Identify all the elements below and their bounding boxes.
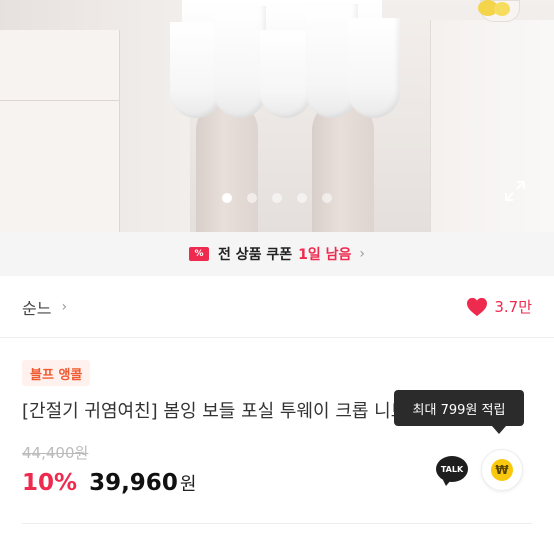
coupon-banner[interactable]: % 전 상품 쿠폰 1일 남음 › <box>0 232 554 276</box>
sale-price: 39,960 <box>89 470 178 496</box>
coupon-title: 전 상품 쿠폰 <box>217 247 293 263</box>
reward-tooltip: 최대 799원 적립 <box>394 390 524 434</box>
shop-row: 순느 › 3.7만 <box>0 276 554 338</box>
coupon-remaining: 1일 남음 <box>298 247 352 263</box>
photo-leg-right <box>312 100 374 232</box>
coin-icon: ₩ <box>491 459 513 481</box>
expand-icon[interactable] <box>503 179 527 203</box>
pagination-dot-active[interactable] <box>222 193 232 203</box>
original-price: 44,400원 <box>22 444 89 462</box>
pagination-dot[interactable] <box>272 193 282 203</box>
chevron-right-icon: › <box>359 246 366 262</box>
image-pagination <box>222 193 332 203</box>
promo-badge: 블프 앵콜 <box>22 360 91 386</box>
shop-name-link[interactable]: 순느 <box>22 295 51 319</box>
photo-leg-left <box>196 100 258 232</box>
discount-rate: 10% <box>22 470 78 496</box>
pagination-dot[interactable] <box>322 193 332 203</box>
like-button[interactable]: 3.7만 <box>466 296 532 317</box>
currency-label: 원 <box>179 474 197 495</box>
heart-icon <box>467 297 488 316</box>
section-divider <box>22 523 532 524</box>
reward-button[interactable]: ₩ <box>481 449 523 491</box>
product-image[interactable] <box>0 0 554 232</box>
talk-button[interactable]: TALK <box>433 450 471 488</box>
coupon-ticket-icon: % <box>188 247 209 261</box>
photo-cabinet <box>0 30 120 232</box>
photo-flower <box>494 2 510 16</box>
price-row: 10% 39,960 원 <box>22 470 196 496</box>
talk-icon: TALK <box>436 456 468 486</box>
like-count: 3.7만 <box>494 298 532 316</box>
pagination-dot[interactable] <box>297 193 307 203</box>
photo-skirt <box>168 0 400 118</box>
photo-shelf <box>430 20 554 232</box>
pagination-dot[interactable] <box>247 193 257 203</box>
chevron-right-icon[interactable]: › <box>61 299 67 315</box>
